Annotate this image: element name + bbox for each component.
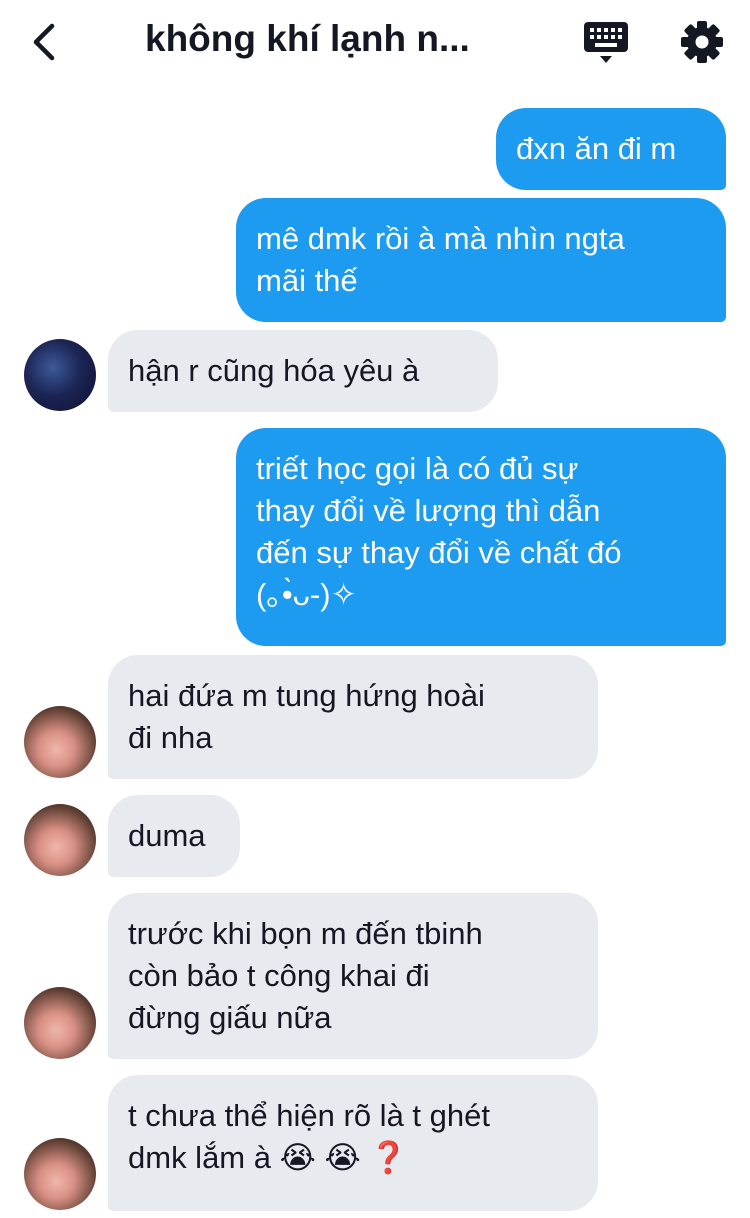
- loudly-crying-face-emoji: 😭: [279, 1140, 316, 1175]
- conversation-header: không khí lạnh n...: [0, 0, 750, 88]
- avatar[interactable]: [24, 706, 96, 778]
- gear-icon: [681, 21, 723, 63]
- message-bubble-outgoing[interactable]: triết học gọi là có đủ sự thay đổi về lư…: [236, 428, 726, 646]
- message-bubble-incoming[interactable]: t chưa thể hiện rõ là t ghét dmk lắm à 😭…: [108, 1075, 598, 1211]
- message-text: hai đứa m tung hứng hoài đi nha: [128, 678, 485, 755]
- settings-button[interactable]: [678, 18, 726, 66]
- message-bubble-outgoing[interactable]: đxn ăn đi m: [496, 108, 726, 190]
- message-text: đxn ăn đi m: [516, 131, 677, 166]
- message-bubble-incoming[interactable]: hận r cũng hóa yêu à: [108, 330, 498, 412]
- chevron-left-icon: [33, 23, 55, 61]
- avatar[interactable]: [24, 339, 96, 411]
- keyboard-icon: [584, 22, 628, 63]
- keyboard-button[interactable]: [582, 18, 630, 66]
- message-text: triết học gọi là có đủ sự thay đổi về lư…: [256, 451, 622, 612]
- message-text: mê dmk rồi à mà nhìn ngta mãi thế: [256, 221, 625, 298]
- message-text: trước khi bọn m đến tbinh còn bảo t công…: [128, 916, 483, 1035]
- message-bubble-outgoing[interactable]: mê dmk rồi à mà nhìn ngta mãi thế: [236, 198, 726, 322]
- message-bubble-incoming[interactable]: duma: [108, 795, 240, 877]
- back-button[interactable]: [24, 20, 68, 64]
- avatar[interactable]: [24, 1138, 96, 1210]
- message-bubble-incoming[interactable]: trước khi bọn m đến tbinh còn bảo t công…: [108, 893, 598, 1059]
- message-text: hận r cũng hóa yêu à: [128, 353, 420, 388]
- loudly-crying-face-emoji: 😭: [324, 1140, 361, 1175]
- red-question-mark-emoji: ❓: [369, 1140, 408, 1175]
- conversation-title[interactable]: không khí lạnh n...: [145, 18, 545, 60]
- avatar[interactable]: [24, 987, 96, 1059]
- message-text: duma: [128, 818, 206, 853]
- avatar[interactable]: [24, 804, 96, 876]
- message-bubble-incoming[interactable]: hai đứa m tung hứng hoài đi nha: [108, 655, 598, 779]
